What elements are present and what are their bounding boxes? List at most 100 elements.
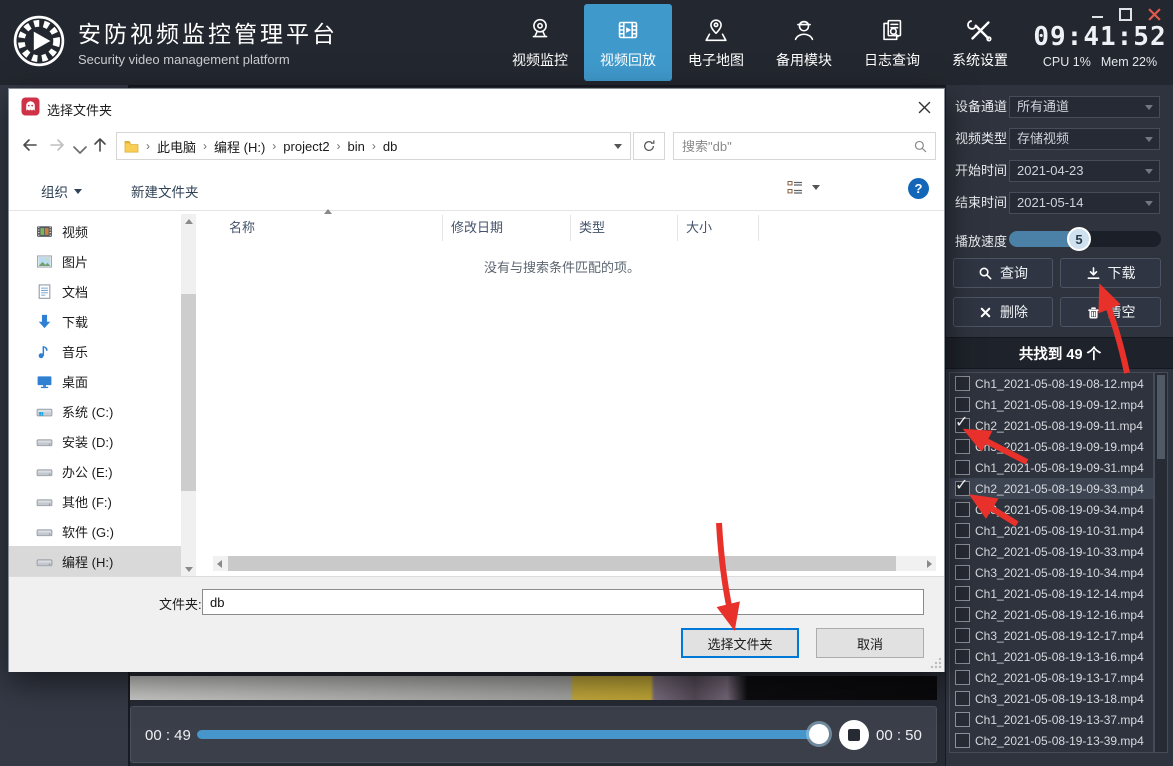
- clear-button[interactable]: 清空: [1060, 297, 1161, 327]
- breadcrumb-db[interactable]: db: [383, 139, 397, 154]
- file-list-item[interactable]: Ch3_2021-05-08-19-09-34.mp4: [950, 499, 1153, 520]
- new-folder-button[interactable]: 新建文件夹: [131, 181, 199, 201]
- file-checkbox[interactable]: [955, 397, 970, 412]
- maximize-icon[interactable]: [1119, 8, 1132, 21]
- file-checkbox[interactable]: [955, 628, 970, 643]
- scroll-left-icon[interactable]: [217, 560, 222, 568]
- file-list-item[interactable]: Ch1_2021-05-08-19-12-14.mp4: [950, 583, 1153, 604]
- file-checkbox[interactable]: [955, 691, 970, 706]
- file-list-item[interactable]: Ch1_2021-05-08-19-09-31.mp4: [950, 457, 1153, 478]
- refresh-button[interactable]: [633, 132, 665, 160]
- address-bar[interactable]: › 此电脑 › 编程 (H:) › project2 › bin › db: [116, 132, 631, 160]
- sidebar-item-drive-d[interactable]: 安装 (D:): [9, 426, 181, 456]
- help-button[interactable]: ?: [908, 178, 929, 199]
- file-list-item[interactable]: Ch1_2021-05-08-19-09-12.mp4: [950, 394, 1153, 415]
- back-button[interactable]: [21, 136, 41, 156]
- sidebar-item-drive-c[interactable]: 系统 (C:): [9, 396, 181, 426]
- query-button[interactable]: 查询: [953, 258, 1053, 288]
- sidebar-item-videos[interactable]: 视频: [9, 216, 181, 246]
- address-dropdown-icon[interactable]: [614, 144, 622, 149]
- file-list-item[interactable]: Ch2_2021-05-08-19-10-33.mp4: [950, 541, 1153, 562]
- file-checkbox[interactable]: [955, 460, 970, 475]
- file-checkbox[interactable]: [955, 607, 970, 622]
- video-type-select[interactable]: 存储视频: [1009, 128, 1160, 150]
- sidebar-item-drive-f[interactable]: 其他 (F:): [9, 486, 181, 516]
- column-name[interactable]: 名称: [213, 215, 443, 241]
- seek-handle[interactable]: [809, 724, 829, 744]
- breadcrumb-project2[interactable]: project2: [283, 139, 329, 154]
- folder-name-input[interactable]: [202, 589, 924, 615]
- minimize-icon[interactable]: [1092, 16, 1103, 18]
- breadcrumb-this-pc[interactable]: 此电脑: [157, 137, 196, 156]
- file-checkbox[interactable]: [955, 712, 970, 727]
- scroll-down-icon[interactable]: [185, 567, 193, 572]
- dialog-close-button[interactable]: [910, 95, 938, 119]
- select-folder-button[interactable]: 选择文件夹: [681, 628, 799, 658]
- sidebar-scrollbar[interactable]: [181, 214, 196, 577]
- scroll-up-icon[interactable]: [185, 219, 193, 224]
- sidebar-item-music[interactable]: 音乐: [9, 336, 181, 366]
- scroll-right-icon[interactable]: [927, 560, 932, 568]
- file-checkbox[interactable]: [955, 586, 970, 601]
- forward-button[interactable]: [48, 136, 68, 156]
- sidebar-item-drive-g[interactable]: 软件 (G:): [9, 516, 181, 546]
- file-list-item[interactable]: Ch3_2021-05-08-19-09-19.mp4: [950, 436, 1153, 457]
- sidebar-item-drive-e[interactable]: 办公 (E:): [9, 456, 181, 486]
- file-checkbox[interactable]: [955, 502, 970, 517]
- column-size[interactable]: 大小: [678, 215, 759, 241]
- file-checkbox[interactable]: [955, 481, 970, 496]
- file-list-item[interactable]: Ch3_2021-05-08-19-10-34.mp4: [950, 562, 1153, 583]
- view-options-button[interactable]: [787, 180, 820, 195]
- end-date-picker[interactable]: 2021-05-14: [1009, 192, 1160, 214]
- file-list-item[interactable]: Ch3_2021-05-08-19-12-17.mp4: [950, 625, 1153, 646]
- organize-menu[interactable]: 组织: [41, 181, 82, 201]
- sidebar-item-documents[interactable]: 文档: [9, 276, 181, 306]
- file-checkbox[interactable]: [955, 649, 970, 664]
- breadcrumb-drive-h[interactable]: 编程 (H:): [214, 137, 265, 156]
- file-checkbox[interactable]: [955, 439, 970, 454]
- up-button[interactable]: [91, 136, 111, 156]
- nav-video-monitor[interactable]: 视频监控: [496, 0, 584, 85]
- file-list-item[interactable]: Ch3_2021-05-08-19-13-18.mp4: [950, 688, 1153, 709]
- scrollbar-thumb[interactable]: [1157, 375, 1165, 459]
- file-checkbox[interactable]: [955, 733, 970, 748]
- breadcrumb-bin[interactable]: bin: [348, 139, 365, 154]
- speed-slider-handle[interactable]: 5: [1067, 227, 1091, 251]
- sidebar-item-drive-h[interactable]: 编程 (H:): [9, 546, 181, 576]
- delete-button[interactable]: 删除: [953, 297, 1053, 327]
- file-checkbox[interactable]: [955, 418, 970, 433]
- start-date-picker[interactable]: 2021-04-23: [1009, 160, 1160, 182]
- file-list-item[interactable]: Ch1_2021-05-08-19-13-16.mp4: [950, 646, 1153, 667]
- nav-e-map[interactable]: 电子地图: [672, 0, 760, 85]
- file-list-item[interactable]: Ch1_2021-05-08-19-08-12.mp4: [950, 373, 1153, 394]
- horizontal-scrollbar[interactable]: [213, 556, 936, 571]
- file-list-item[interactable]: Ch2_2021-05-08-19-13-39.mp4: [950, 730, 1153, 751]
- file-checkbox[interactable]: [955, 544, 970, 559]
- cancel-button[interactable]: 取消: [816, 628, 924, 658]
- file-list-item[interactable]: Ch2_2021-05-08-19-12-16.mp4: [950, 604, 1153, 625]
- download-button[interactable]: 下载: [1060, 258, 1161, 288]
- sidebar-item-desktop[interactable]: 桌面: [9, 366, 181, 396]
- nav-backup-module[interactable]: 备用模块: [760, 0, 848, 85]
- column-type[interactable]: 类型: [571, 215, 678, 241]
- file-list-item[interactable]: Ch1_2021-05-08-19-13-37.mp4: [950, 709, 1153, 730]
- close-icon[interactable]: [1148, 8, 1161, 21]
- scrollbar-thumb[interactable]: [228, 556, 896, 571]
- file-checkbox[interactable]: [955, 670, 970, 685]
- scrollbar-thumb[interactable]: [181, 294, 196, 491]
- file-list-item[interactable]: Ch2_2021-05-08-19-13-17.mp4: [950, 667, 1153, 688]
- file-checkbox[interactable]: [955, 565, 970, 580]
- nav-system-settings[interactable]: 系统设置: [936, 0, 1024, 85]
- device-channel-select[interactable]: 所有通道: [1009, 96, 1160, 118]
- seek-bar[interactable]: [197, 730, 831, 739]
- file-list-item[interactable]: Ch2_2021-05-08-19-09-11.mp4: [950, 415, 1153, 436]
- sidebar-item-downloads[interactable]: 下载: [9, 306, 181, 336]
- file-checkbox[interactable]: [955, 523, 970, 538]
- column-date-modified[interactable]: 修改日期: [443, 215, 571, 241]
- file-list-scrollbar[interactable]: [1154, 372, 1168, 753]
- nav-log-query[interactable]: 日志查询: [848, 0, 936, 85]
- recent-locations-button[interactable]: [71, 141, 91, 161]
- file-list-item[interactable]: Ch1_2021-05-08-19-10-31.mp4: [950, 520, 1153, 541]
- nav-video-playback[interactable]: 视频回放: [584, 4, 672, 81]
- file-checkbox[interactable]: [955, 376, 970, 391]
